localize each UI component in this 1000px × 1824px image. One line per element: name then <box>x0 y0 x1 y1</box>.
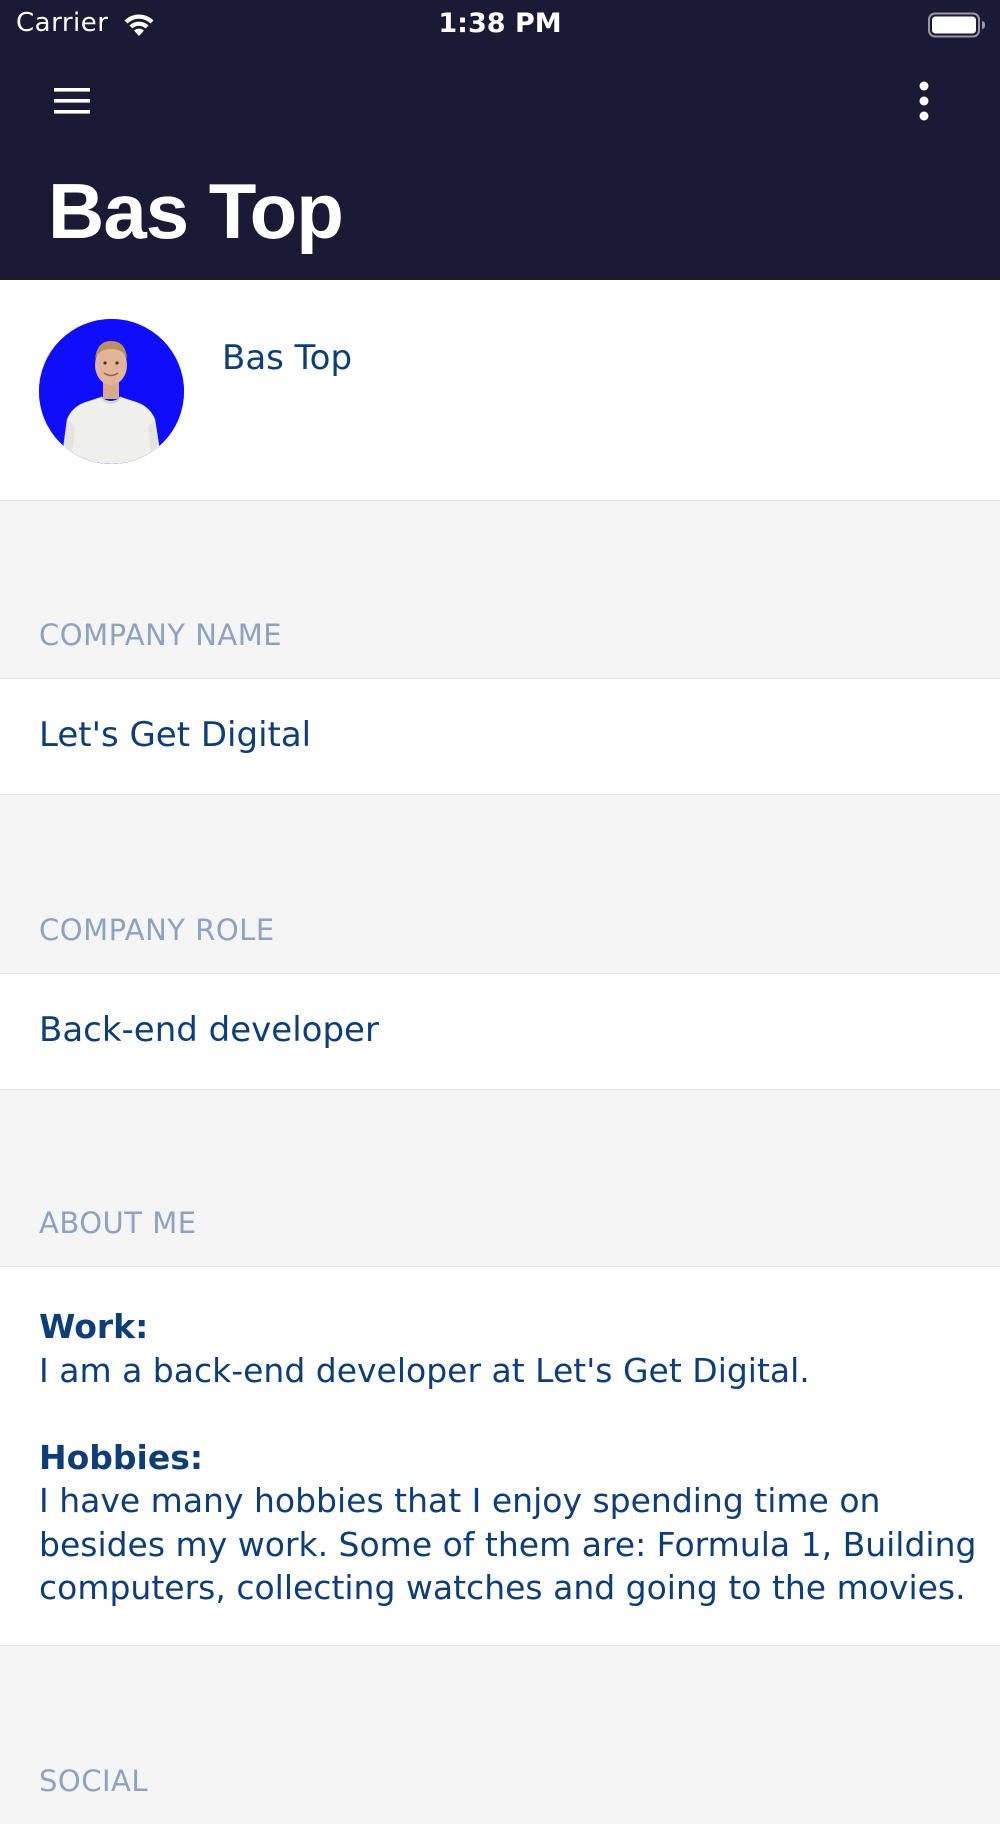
avatar[interactable] <box>39 319 184 464</box>
about-me-block: Work: I am a back-end developer at Let's… <box>0 1266 1000 1646</box>
more-vertical-icon[interactable] <box>904 80 944 122</box>
person-photo-icon <box>39 319 184 464</box>
battery-icon <box>928 12 985 38</box>
section-header-social: SOCIAL <box>0 1646 1000 1824</box>
work-heading: Work: <box>39 1307 149 1346</box>
company-name-value: Let's Get Digital <box>39 715 312 755</box>
section-header-about-me: ABOUT ME <box>0 1090 1000 1266</box>
section-label: ABOUT ME <box>39 1206 197 1240</box>
section-header-company-name: COMPANY NAME <box>0 501 1000 678</box>
section-label: COMPANY NAME <box>39 618 283 652</box>
profile-name: Bas Top <box>222 338 353 378</box>
about-me-content: Work: I am a back-end developer at Let's… <box>39 1305 979 1610</box>
company-role-value: Back-end developer <box>39 1010 379 1050</box>
status-time: 1:38 PM <box>438 8 562 39</box>
menu-icon[interactable] <box>52 84 92 118</box>
hobbies-text: I have many hobbies that I enjoy spendin… <box>39 1481 977 1607</box>
section-label: SOCIAL <box>39 1764 149 1798</box>
app-header: Carrier 1:38 PM Bas Top <box>0 0 1000 280</box>
page-title: Bas Top <box>48 167 344 255</box>
section-header-company-role: COMPANY ROLE <box>0 795 1000 973</box>
status-bar: Carrier 1:38 PM <box>0 0 1000 50</box>
company-name-row: Let's Get Digital <box>0 678 1000 795</box>
section-label: COMPANY ROLE <box>39 913 275 947</box>
hobbies-heading: Hobbies: <box>39 1437 204 1477</box>
company-role-row: Back-end developer <box>0 973 1000 1090</box>
profile-card: Bas Top <box>0 280 1000 501</box>
work-text: I am a back-end developer at Let's Get D… <box>39 1350 810 1390</box>
